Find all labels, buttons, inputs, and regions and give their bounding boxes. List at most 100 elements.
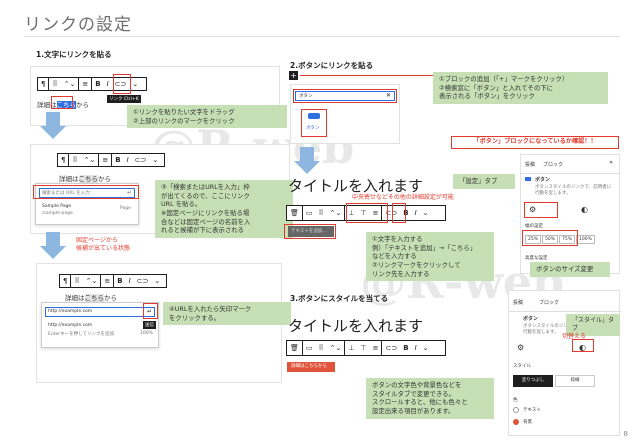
add-block-button[interactable]: + (289, 71, 298, 80)
note-size: ボタンのサイズ変更 (530, 262, 610, 277)
italic-button[interactable]: I (412, 342, 420, 354)
editor-title[interactable]: タイトルを入れます (288, 175, 423, 196)
more-icon[interactable]: ⌄ (151, 275, 163, 287)
block-inserter: ボタン ✕ ボタン (290, 84, 400, 144)
move-icon[interactable]: ⌃⌄ (327, 342, 345, 354)
block-toolbar: ¶ ⠿ ⌃⌄ ≡ B I ⊂⊃ ⌄ (57, 153, 165, 167)
highlight-style (572, 339, 594, 352)
justify-icon[interactable]: ⊥ (345, 342, 357, 354)
italic-button[interactable]: I (124, 154, 132, 166)
note-section-2: ①ブロックの追加（「+」マークをクリック） ②検索窓に「ボタン」と入れてその下に表… (433, 72, 608, 104)
style-outline-option[interactable]: 枠線 (555, 375, 595, 387)
highlight-link (113, 74, 131, 94)
move-icon[interactable]: ⌃⌄ (61, 78, 79, 90)
gear-icon[interactable]: ⚙ (517, 343, 524, 352)
button-toolbar: 🗑 ▭ ⠿ ⌃⌄ ⊥ ⊤ ≡ ⊂⊃ B I ⌄ (286, 340, 446, 356)
link-icon[interactable]: ⊂⊃ (134, 275, 152, 287)
divider (24, 36, 620, 37)
trash-icon[interactable]: 🗑 (287, 207, 302, 219)
more-icon[interactable]: ⌄ (420, 342, 432, 354)
section-2-heading: 2.ボタンにリンクを貼る (290, 61, 374, 70)
button-type-icon[interactable]: ▭ (303, 207, 316, 219)
url-hint: Enterキーを押してリンクを追加 (48, 332, 114, 337)
italic-button[interactable]: I (104, 78, 112, 90)
suggestion-type: Page (120, 206, 131, 211)
close-icon[interactable]: ✕ (609, 160, 613, 166)
pointer-line (300, 75, 440, 76)
italic-button[interactable]: I (126, 275, 134, 287)
down-arrow-icon (46, 112, 60, 126)
page-number: 8 (623, 430, 628, 438)
note-step-1: ①リンクを貼りたい文字をドラッグ ②上部のリンクのマークをクリック (127, 105, 287, 129)
note-step-4: ④URLを入れたら矢印マーク をクリックする。 (163, 302, 291, 326)
note-section-3: ボタンの文字色や背景色などを スタイルタブで変更できる。 スクロールすると、他にも色… (366, 378, 494, 419)
suggestion-url: /sample-page (42, 211, 73, 216)
red-title-box: 「ボタン」ブロックになっているか確認！！ (451, 136, 619, 149)
link-icon[interactable]: ⊂⊃ (132, 154, 150, 166)
paragraph-icon[interactable]: ¶ (58, 154, 68, 166)
text-color-swatch[interactable] (513, 407, 519, 413)
bold-button[interactable]: B (400, 342, 411, 354)
style-icon[interactable]: ◐ (581, 205, 588, 214)
align-icon[interactable]: ≡ (79, 78, 91, 90)
highlight-align (346, 203, 388, 223)
tooltip: 送信 (143, 321, 156, 329)
tab-block[interactable]: ブロック (539, 299, 559, 306)
drag-icon[interactable]: ⠿ (71, 275, 82, 287)
page-title: リンクの設定 (24, 15, 132, 35)
more-icon[interactable]: ⌄ (129, 78, 141, 90)
styled-button[interactable]: 詳細はこちらから (287, 362, 335, 372)
url-input[interactable]: http://example.com ↵ (45, 307, 155, 317)
move-icon[interactable]: ⌃⌄ (81, 154, 99, 166)
tab-block[interactable]: ブロック (543, 161, 563, 168)
highlight-search (33, 185, 139, 199)
bg-color-swatch[interactable] (513, 419, 519, 425)
more-icon[interactable]: ⌄ (420, 207, 432, 219)
highlight-submit (143, 303, 158, 319)
align-icon[interactable]: ≡ (101, 275, 113, 287)
tooltip: リンク Ctrl+K (107, 95, 141, 103)
tab-post[interactable]: 投稿 (513, 299, 523, 306)
drag-icon[interactable]: ⠿ (69, 154, 80, 166)
italic-button[interactable]: I (412, 207, 420, 219)
note-settings-tab: 「設定」タブ (453, 174, 515, 189)
move-icon[interactable]: ⌃⌄ (327, 207, 345, 219)
link-icon[interactable]: ⊂⊃ (382, 342, 400, 354)
section-3-heading: 3.ボタンにスタイルを当てる (290, 294, 389, 303)
more-icon[interactable]: ⌄ (149, 154, 161, 166)
move-icon[interactable]: ⌃⌄ (83, 275, 101, 287)
section-1-heading: 1.文字にリンクを貼る (36, 50, 112, 59)
button-type-icon[interactable]: ▭ (303, 342, 316, 354)
url-pct: 100% (140, 331, 153, 336)
bold-button[interactable]: B (114, 275, 125, 287)
drag-icon[interactable]: ⠿ (316, 342, 327, 354)
bold-button[interactable]: B (92, 78, 103, 90)
paragraph-icon[interactable]: ¶ (38, 78, 48, 90)
tab-post[interactable]: 投稿 (525, 161, 535, 168)
sample-text: 詳細はこちらから (65, 294, 117, 302)
highlight-link (392, 203, 406, 223)
sample-text: 詳細はこちらから (59, 175, 111, 183)
trash-icon[interactable]: 🗑 (287, 342, 302, 354)
down-arrow-icon (46, 232, 60, 246)
paragraph-icon[interactable]: ¶ (60, 275, 70, 287)
suggestion-title[interactable]: Sample Page (42, 204, 71, 209)
bold-button[interactable]: B (112, 154, 123, 166)
down-arrow-icon (294, 161, 320, 174)
url-display[interactable]: http://example.com (48, 323, 92, 328)
down-arrow-icon (40, 246, 66, 259)
block-name: ボタン (535, 177, 551, 183)
width-label: 幅の設定 (525, 224, 543, 229)
drag-icon[interactable]: ⠿ (49, 78, 60, 90)
drag-icon[interactable]: ⠿ (316, 207, 327, 219)
advanced-label: 高度な設定 (525, 256, 548, 261)
valign-icon[interactable]: ≡ (370, 342, 382, 354)
style-fill-option[interactable]: 塗りつぶし (513, 375, 553, 387)
align-icon[interactable]: ⊤ (358, 342, 370, 354)
align-icon[interactable]: ≡ (99, 154, 111, 166)
style-panel: 投稿 ブロック ボタン ボタンスタイルのリンクで、訪問者に 行動を促します。 ⚙… (508, 290, 621, 436)
editor-title[interactable]: タイトルを入れます (288, 315, 423, 336)
note-section-2b: ①文字を入力する 例）「テキストを追加」→「こちら」 などを入力する ②リンクマークを… (366, 232, 494, 282)
down-arrow-icon (40, 126, 66, 139)
red-note: 固定ページから 候補が出ている状態 (76, 237, 131, 252)
